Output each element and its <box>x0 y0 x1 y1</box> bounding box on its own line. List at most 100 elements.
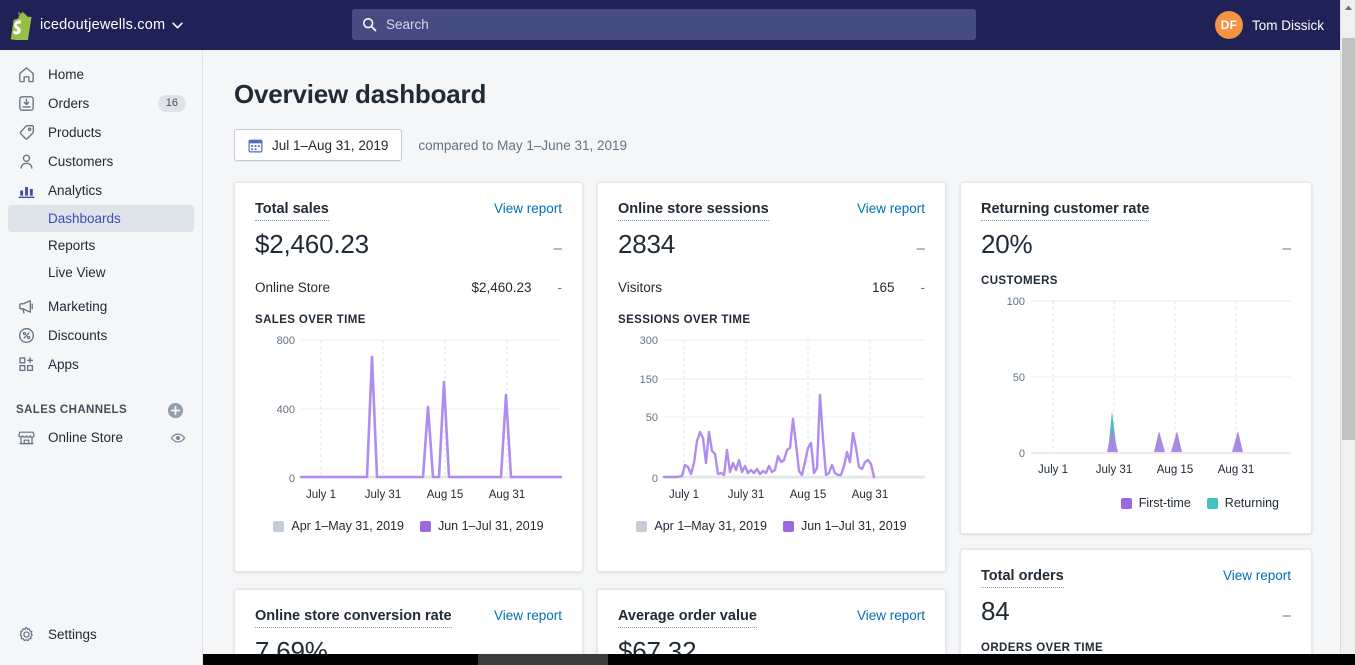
vertical-scrollbar[interactable] <box>1340 0 1355 665</box>
horizontal-scrollbar-thumb[interactable] <box>478 654 608 665</box>
calendar-icon <box>248 139 263 152</box>
sidebar-item-customers[interactable]: Customers <box>8 147 194 176</box>
sidebar-item-orders[interactable]: Orders 16 <box>8 89 194 118</box>
view-report-link[interactable]: View report <box>1223 568 1291 584</box>
metric-value: 84 <box>981 596 1010 627</box>
card-title: Online store conversion rate <box>255 608 452 629</box>
card-total-orders: Total orders View report 84 – ORDERS OVE… <box>960 549 1312 657</box>
svg-text:Aug 31: Aug 31 <box>489 489 525 501</box>
date-range-row: Jul 1–Aug 31, 2019 compared to May 1–Jun… <box>234 129 1340 161</box>
storefront-icon <box>16 428 36 448</box>
megaphone-icon <box>16 297 36 317</box>
svg-text:July 1: July 1 <box>669 489 699 501</box>
svg-text:July 31: July 31 <box>728 489 764 501</box>
date-range-label: Jul 1–Aug 31, 2019 <box>272 137 389 153</box>
compared-to-label: compared to May 1–June 31, 2019 <box>418 137 627 153</box>
sidebar-item-products[interactable]: Products <box>8 118 194 147</box>
svg-text:Aug 15: Aug 15 <box>790 489 826 501</box>
sessions-over-time-chart: 300 150 50 0 July 1 July 31 Aug 15 Aug 3… <box>640 335 926 501</box>
breakdown-row: Visitors 165 - <box>618 280 925 295</box>
sidebar-subitem-reports[interactable]: Reports <box>8 232 194 259</box>
view-report-link[interactable]: View report <box>857 608 925 624</box>
legend-label: First-time <box>1138 496 1191 511</box>
svg-text:July 1: July 1 <box>306 489 336 501</box>
card-online-store-sessions: Online store sessions View report 2834 –… <box>597 182 946 572</box>
svg-text:400: 400 <box>277 404 295 416</box>
date-range-picker[interactable]: Jul 1–Aug 31, 2019 <box>234 129 403 161</box>
svg-text:800: 800 <box>277 335 295 347</box>
settings-row: Settings <box>0 620 203 649</box>
shop-name-label: icedoutjewells.com <box>40 17 166 33</box>
sidebar-subitem-dashboards[interactable]: Dashboards <box>8 205 194 232</box>
chart-label: SALES OVER TIME <box>255 314 366 327</box>
metric-delta: – <box>1282 607 1291 625</box>
legend-label: Apr 1–May 31, 2019 <box>654 519 767 534</box>
shop-switcher[interactable]: icedoutjewells.com <box>40 17 183 33</box>
search-icon <box>362 17 377 32</box>
svg-text:0: 0 <box>1019 448 1025 460</box>
bar-chart-icon <box>16 181 36 201</box>
orders-icon <box>16 94 36 114</box>
scroll-up-arrow-icon[interactable] <box>1341 0 1355 16</box>
horizontal-scrollbar[interactable] <box>203 654 1340 665</box>
sidebar-item-apps[interactable]: Apps <box>8 350 194 379</box>
metric-delta: – <box>916 240 925 258</box>
legend-swatch-previous <box>636 520 648 532</box>
search-bar[interactable]: Search <box>352 9 976 40</box>
svg-text:150: 150 <box>640 374 658 386</box>
sales-channels-label: SALES CHANNELS <box>16 404 128 416</box>
view-report-link[interactable]: View report <box>494 201 562 217</box>
breakdown-name: Online Store <box>255 280 331 296</box>
legend-item: Returning <box>1206 496 1279 510</box>
chart-label: CUSTOMERS <box>981 275 1058 288</box>
legend-item: Jun 1–Jul 31, 2019 <box>419 519 544 533</box>
sidebar-subitem-label: Live View <box>48 265 106 280</box>
sidebar-item-label: Discounts <box>48 327 108 343</box>
metric-delta: – <box>553 240 562 258</box>
sidebar-item-settings[interactable]: Settings <box>8 620 195 649</box>
chart-label: ORDERS OVER TIME <box>981 642 1104 655</box>
app-root: icedoutjewells.com Search DF Tom Dissick <box>0 0 1355 665</box>
sidebar: Home Orders 16 Products Customers Analyt… <box>0 50 203 665</box>
sidebar-item-home[interactable]: Home <box>8 60 194 89</box>
legend-item: First-time <box>1120 496 1191 511</box>
card-total-sales: Total sales View report $2,460.23 – Onli… <box>234 182 583 572</box>
sidebar-item-marketing[interactable]: Marketing <box>8 292 194 321</box>
vertical-scrollbar-thumb[interactable] <box>1342 38 1355 440</box>
sidebar-item-label: Customers <box>48 153 114 169</box>
chart-legend: Apr 1–May 31, 2019 Jun 1–Jul 31, 2019 <box>255 519 562 533</box>
card-conversion-rate: Online store conversion rate View report… <box>234 589 583 657</box>
home-icon <box>16 65 36 85</box>
sidebar-item-label: Marketing <box>48 298 108 314</box>
sidebar-item-analytics[interactable]: Analytics <box>8 176 194 205</box>
card-returning-customer-rate: Returning customer rate 20% – CUSTOMERS <box>960 182 1312 534</box>
user-menu[interactable]: DF Tom Dissick <box>1214 0 1324 50</box>
view-report-link[interactable]: View report <box>494 608 562 624</box>
legend-label: Apr 1–May 31, 2019 <box>291 519 404 534</box>
eye-icon[interactable] <box>170 430 186 446</box>
main-content: Overview dashboard Jul 1–Aug 31, 2019 co… <box>203 50 1340 657</box>
avatar: DF <box>1214 11 1243 39</box>
svg-text:Aug 31: Aug 31 <box>1218 464 1254 476</box>
legend-swatch-previous <box>273 520 285 532</box>
svg-text:Aug 15: Aug 15 <box>427 489 463 501</box>
svg-text:Aug 15: Aug 15 <box>1157 464 1193 476</box>
legend-swatch-current <box>782 520 794 532</box>
sidebar-item-discounts[interactable]: Discounts <box>8 321 194 350</box>
metric-value: $2,460.23 <box>255 229 369 260</box>
top-bar: icedoutjewells.com Search DF Tom Dissick <box>0 0 1340 50</box>
svg-text:300: 300 <box>640 335 658 347</box>
gear-icon <box>16 625 36 645</box>
sidebar-subitem-live-view[interactable]: Live View <box>8 259 194 286</box>
view-report-link[interactable]: View report <box>857 201 925 217</box>
sidebar-item-online-store[interactable]: Online Store <box>8 423 194 452</box>
orders-count-badge: 16 <box>157 94 186 113</box>
apps-icon <box>16 355 36 375</box>
customers-over-time-chart: 100 50 0 July 1 July 31 Aug 15 Aug 31 <box>1007 296 1291 476</box>
card-title: Total sales <box>255 201 329 222</box>
plus-circle-icon[interactable] <box>167 402 184 419</box>
search-input[interactable]: Search <box>386 17 429 32</box>
person-icon <box>16 152 36 172</box>
svg-text:0: 0 <box>652 473 658 485</box>
chart-label: SESSIONS OVER TIME <box>618 314 751 327</box>
